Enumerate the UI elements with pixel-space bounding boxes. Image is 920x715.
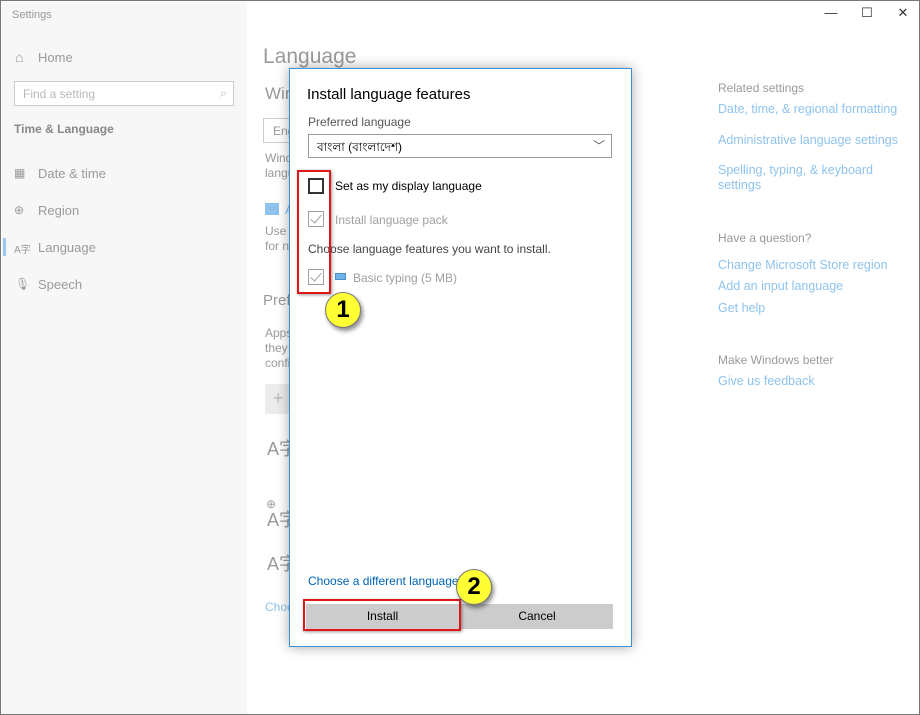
sidebar-item-region[interactable]: Region	[38, 203, 79, 218]
question-heading: Have a question?	[718, 231, 812, 245]
admin-language-link[interactable]: Administrative language settings	[718, 133, 898, 147]
home-icon: ⌂	[15, 49, 24, 65]
sidebar-home[interactable]: Home	[38, 50, 73, 65]
body-text: they	[265, 341, 288, 355]
make-windows-better-heading: Make Windows better	[718, 353, 834, 367]
sidebar-item-date-time[interactable]: Date & time	[38, 166, 106, 181]
body-text: for n	[265, 239, 290, 253]
minimize-button[interactable]: —	[821, 5, 841, 23]
date-time-regional-link[interactable]: Date, time, & regional formatting	[718, 102, 897, 116]
globe-icon: ⊕	[14, 203, 25, 217]
cancel-button[interactable]: Cancel	[461, 604, 613, 629]
body-text: confi	[265, 356, 291, 370]
section-title: Time & Language	[14, 122, 114, 136]
window-title: Settings	[12, 9, 52, 21]
display-language-label: Set as my display language	[335, 179, 482, 193]
spelling-typing-link[interactable]: Spelling, typing, & keyboard settings	[718, 163, 878, 193]
language-pack-label: Install language pack	[335, 213, 448, 227]
sidebar-item-language[interactable]: Language	[38, 240, 96, 255]
search-placeholder: Find a setting	[23, 87, 96, 101]
install-language-dialog: Install language features Preferred lang…	[289, 68, 632, 647]
preferred-languages-heading: Pref	[263, 292, 291, 309]
add-input-language-link[interactable]: Add an input language	[718, 279, 843, 293]
language-icon: A字	[14, 245, 31, 256]
page-title: Language	[263, 45, 357, 68]
chevron-down-icon: ﹀	[592, 139, 605, 153]
sidebar-item-speech[interactable]: Speech	[38, 277, 82, 292]
microphone-icon: 🎙	[15, 277, 31, 291]
dialog-title: Install language features	[307, 86, 471, 103]
search-input[interactable]: Find a setting ⌕	[14, 81, 234, 106]
keyboard-icon	[335, 273, 346, 280]
active-indicator	[3, 238, 6, 256]
sidebar	[2, 2, 247, 714]
related-settings-heading: Related settings	[718, 81, 805, 95]
basic-typing-label: Basic typing (5 MB)	[353, 271, 458, 285]
choose-different-language-link[interactable]: Choose a different language	[308, 574, 459, 588]
plus-icon: +	[273, 388, 284, 408]
store-icon	[265, 203, 279, 215]
close-button[interactable]: ✕	[893, 5, 913, 23]
search-icon: ⌕	[220, 86, 227, 100]
maximize-button[interactable]: ☐	[857, 5, 877, 23]
highlight-checkboxes	[297, 170, 331, 294]
preferred-language-dropdown[interactable]: বাংলা (বাংলাদেশ) ﹀	[308, 134, 612, 158]
highlight-install	[303, 599, 461, 631]
features-prompt: Choose language features you want to ins…	[308, 242, 551, 256]
change-store-region-link[interactable]: Change Microsoft Store region	[718, 258, 888, 272]
add-language-button[interactable]: +	[265, 384, 291, 414]
feedback-link[interactable]: Give us feedback	[718, 374, 815, 388]
step-2-badge: 2	[456, 569, 492, 605]
get-help-link[interactable]: Get help	[718, 301, 765, 315]
preferred-language-label: Preferred language	[308, 115, 411, 129]
step-1-badge: 1	[325, 292, 361, 328]
calendar-clock-icon: ▦	[14, 166, 26, 180]
dropdown-value: বাংলা (বাংলাদেশ)	[317, 140, 403, 154]
